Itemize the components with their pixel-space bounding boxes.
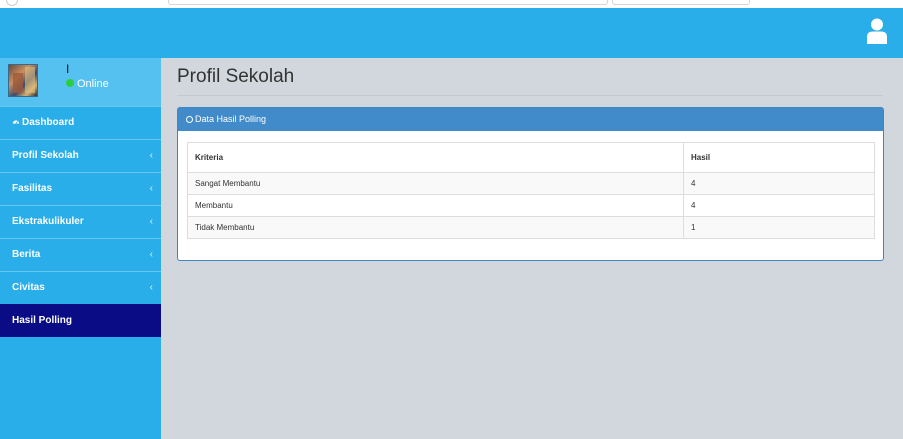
table-cell: Membantu bbox=[187, 194, 684, 217]
table-cell: Tidak Membantu bbox=[187, 216, 684, 239]
table-cell: Sangat Membantu bbox=[187, 172, 684, 195]
avatar bbox=[8, 64, 38, 97]
table-cell: 4 bbox=[683, 172, 875, 195]
sidebar: I Online Dashboard Profil Sekolah ‹ Fasi… bbox=[0, 58, 161, 439]
column-header-hasil: Hasil bbox=[683, 142, 875, 173]
chevron-left-icon: ‹ bbox=[149, 150, 153, 161]
sidebar-item-hasil-polling[interactable]: Hasil Polling bbox=[0, 304, 161, 337]
sidebar-item-berita[interactable]: Berita ‹ bbox=[0, 238, 161, 271]
divider bbox=[177, 95, 883, 96]
sidebar-item-label: Berita bbox=[12, 249, 41, 260]
column-header-kriteria: Kriteria bbox=[187, 142, 684, 173]
sidebar-item-dashboard[interactable]: Dashboard bbox=[0, 106, 161, 139]
sidebar-item-civitas[interactable]: Civitas ‹ bbox=[0, 271, 161, 304]
sidebar-item-fasilitas[interactable]: Fasilitas ‹ bbox=[0, 172, 161, 205]
table-row: Sangat Membantu 4 bbox=[187, 172, 875, 195]
search-bar[interactable] bbox=[612, 0, 750, 5]
user-icon[interactable] bbox=[867, 18, 887, 44]
sidebar-item-label: Dashboard bbox=[22, 117, 75, 128]
circle-icon bbox=[186, 116, 193, 123]
table-header-row: Kriteria Hasil bbox=[187, 142, 875, 173]
sidebar-menu: Dashboard Profil Sekolah ‹ Fasilitas ‹ E… bbox=[0, 106, 161, 337]
table-row: Tidak Membantu 1 bbox=[187, 216, 875, 239]
chevron-left-icon: ‹ bbox=[149, 249, 153, 260]
user-status: Online bbox=[66, 78, 109, 90]
chevron-left-icon: ‹ bbox=[149, 183, 153, 194]
top-navbar bbox=[0, 8, 903, 58]
table-row: Membantu 4 bbox=[187, 194, 875, 217]
user-panel: I Online bbox=[0, 58, 161, 106]
online-dot-icon bbox=[66, 79, 74, 87]
table-cell: 4 bbox=[683, 194, 875, 217]
page-title: Profil Sekolah bbox=[177, 66, 295, 87]
user-name: I bbox=[66, 62, 70, 76]
sidebar-item-label: Hasil Polling bbox=[12, 315, 73, 326]
sidebar-item-label: Profil Sekolah bbox=[12, 150, 79, 161]
sidebar-item-label: Civitas bbox=[12, 282, 45, 293]
address-bar[interactable] bbox=[168, 0, 608, 5]
chevron-left-icon: ‹ bbox=[149, 216, 153, 227]
sidebar-item-label: Ekstrakulikuler bbox=[12, 216, 84, 227]
polling-panel: Data Hasil Polling Kriteria Hasil Sangat… bbox=[177, 107, 884, 261]
table-cell: 1 bbox=[683, 216, 875, 239]
panel-heading: Data Hasil Polling bbox=[178, 108, 883, 131]
dashboard-icon bbox=[12, 120, 20, 124]
panel-title: Data Hasil Polling bbox=[195, 114, 267, 124]
sidebar-item-label: Fasilitas bbox=[12, 183, 53, 194]
main-content: Profil Sekolah Data Hasil Polling Kriter… bbox=[161, 58, 903, 439]
polling-table: Kriteria Hasil Sangat Membantu 4 Membant… bbox=[187, 142, 875, 239]
sidebar-item-profil-sekolah[interactable]: Profil Sekolah ‹ bbox=[0, 139, 161, 172]
browser-button[interactable] bbox=[6, 0, 18, 6]
browser-chrome-strip bbox=[0, 0, 903, 8]
sidebar-item-ekstrakulikuler[interactable]: Ekstrakulikuler ‹ bbox=[0, 205, 161, 238]
status-label: Online bbox=[77, 78, 109, 90]
chevron-left-icon: ‹ bbox=[149, 282, 153, 293]
